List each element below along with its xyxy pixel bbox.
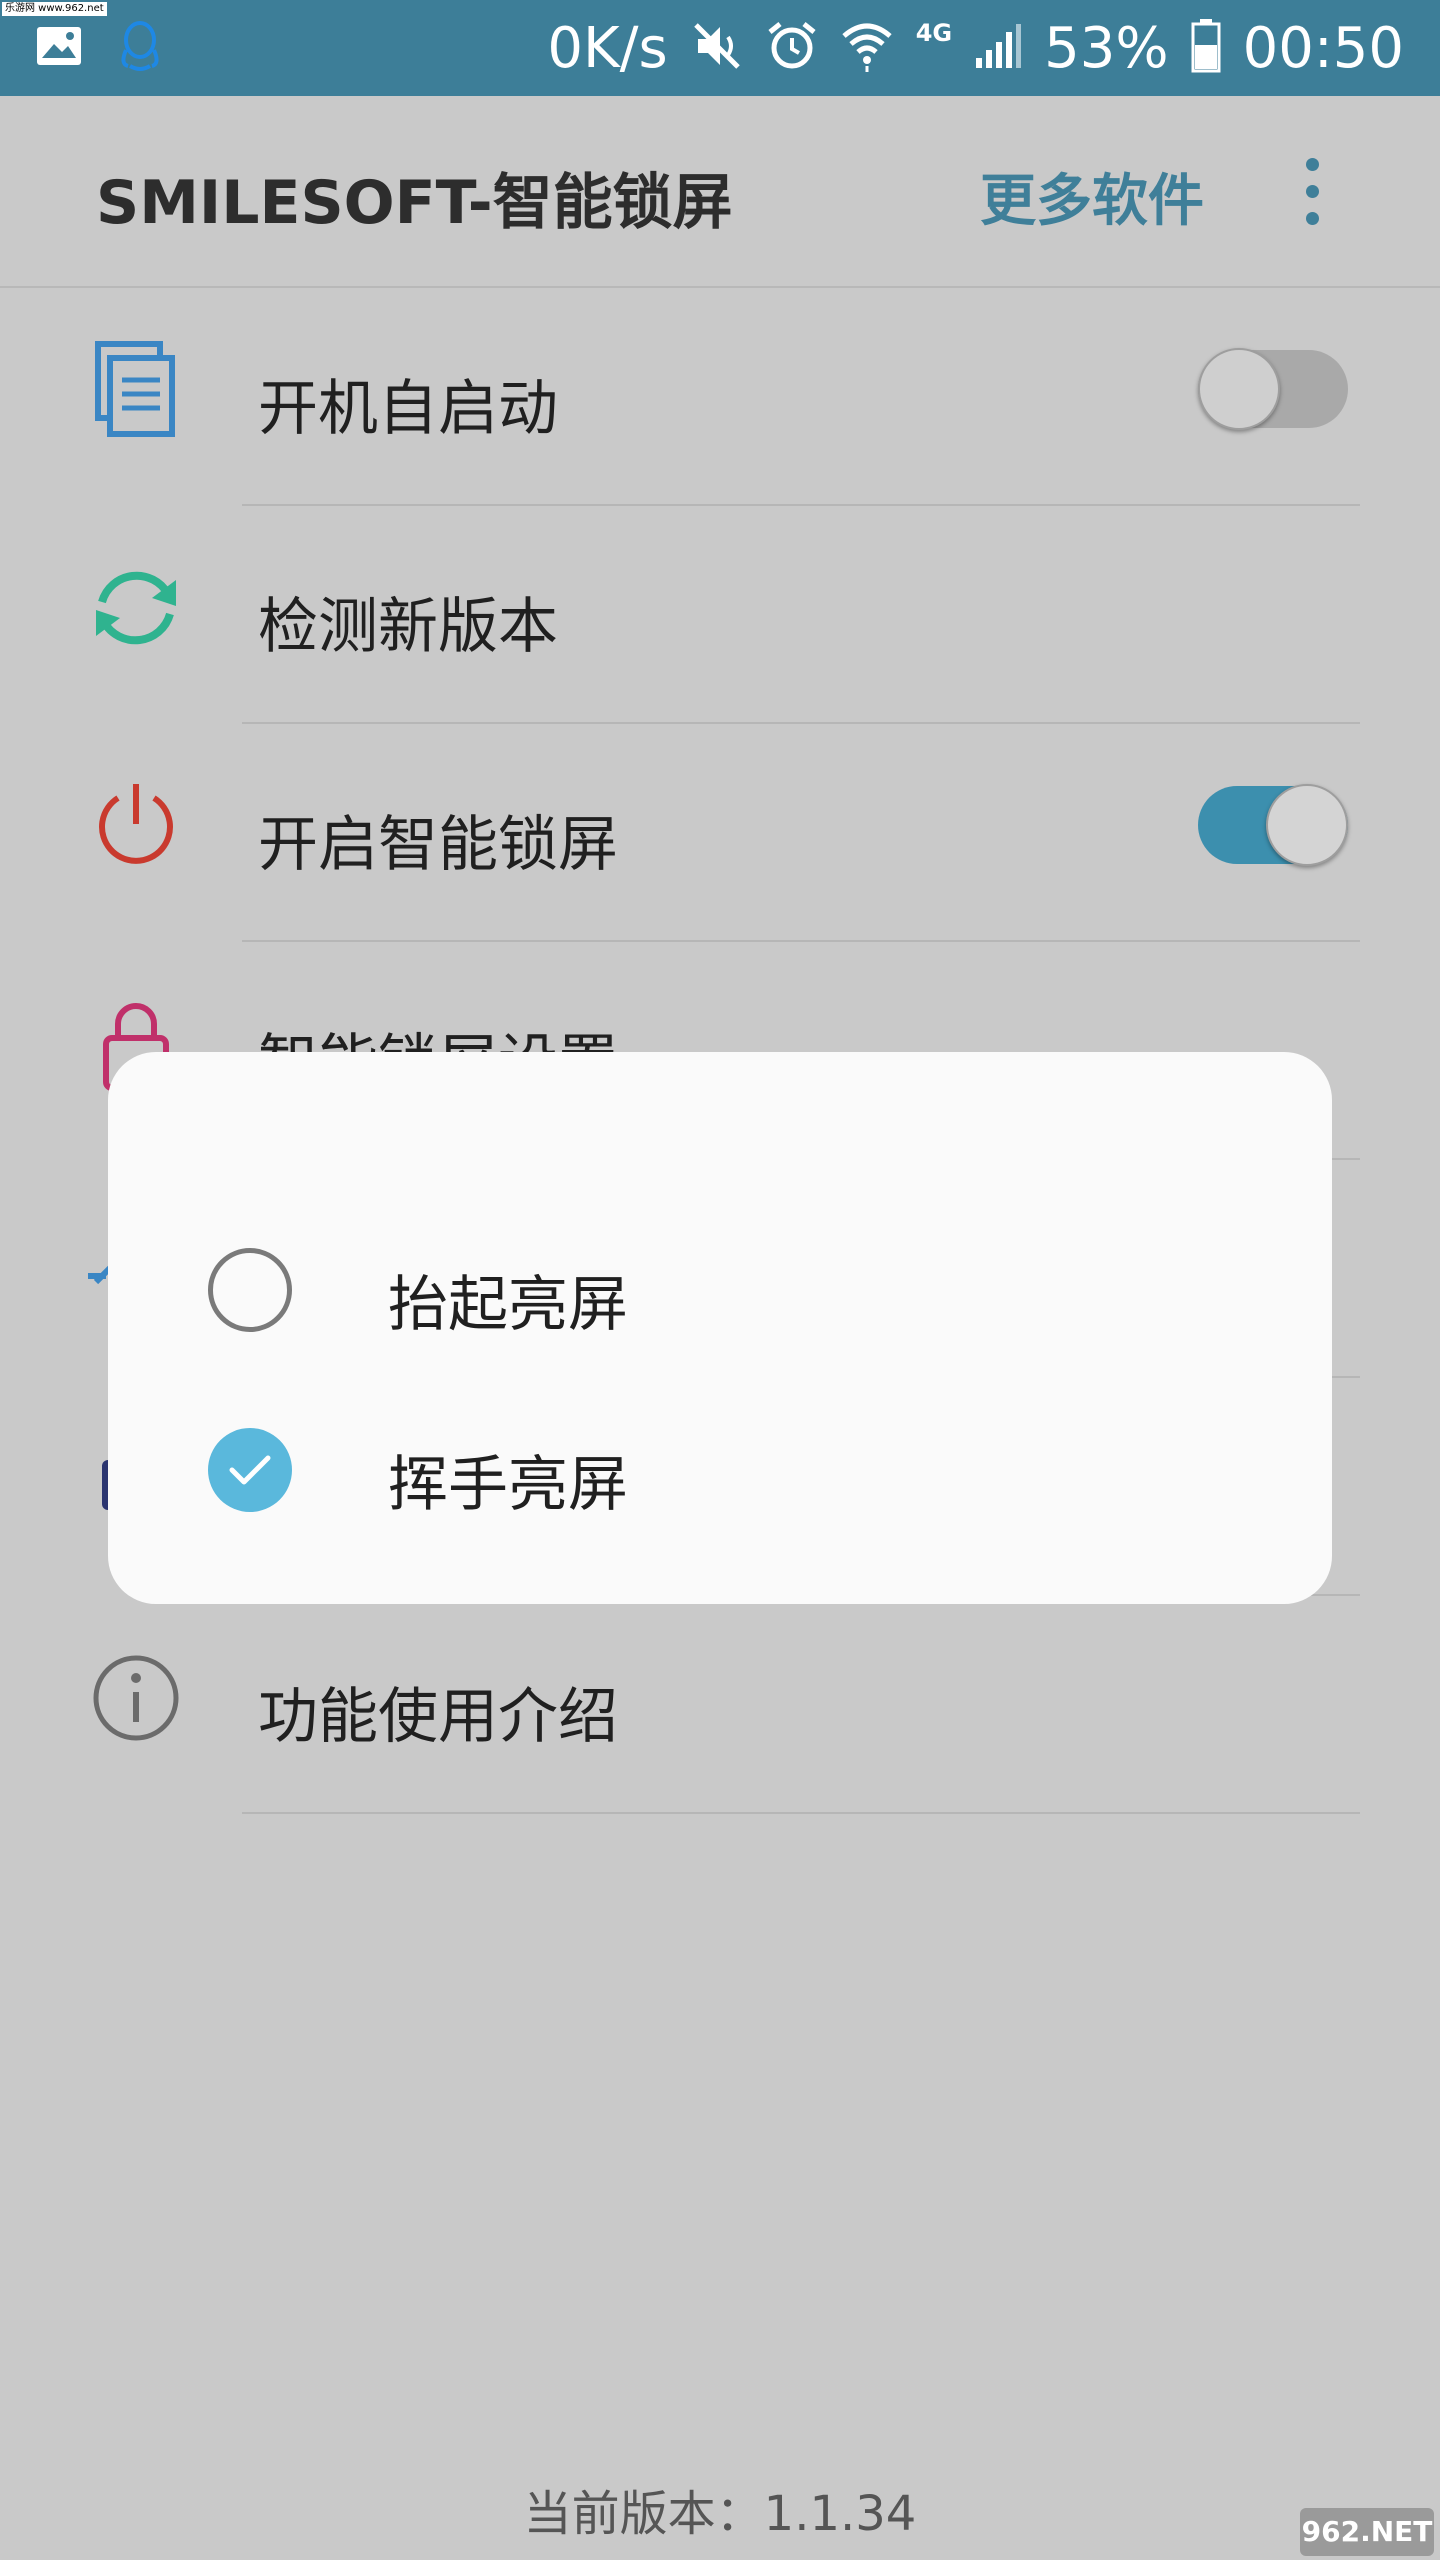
version-text: 当前版本：1.1.34	[523, 2486, 917, 2542]
radio-unchecked-icon[interactable]	[208, 1248, 292, 1332]
status-bar: 0K/s 4G 53% 00:50	[0, 0, 1440, 96]
setting-label: 功能使用介绍	[258, 1682, 618, 1752]
net-speed: 0K/s	[547, 15, 668, 81]
wifi-icon	[840, 20, 894, 76]
network-type: 4G	[915, 19, 953, 47]
setting-row-guide[interactable]: 功能使用介绍	[0, 1596, 1440, 1814]
setting-label: 开启智能锁屏	[258, 810, 618, 880]
status-right: 0K/s 4G 53% 00:50	[547, 0, 1404, 96]
info-icon	[86, 1648, 186, 1748]
overflow-menu-icon[interactable]	[1296, 158, 1328, 228]
autostart-toggle[interactable]	[1198, 348, 1348, 430]
more-software-button[interactable]: 更多软件	[980, 156, 1204, 237]
enable-lock-toggle[interactable]	[1198, 784, 1348, 866]
setting-row-autostart[interactable]: 开机自启动	[0, 288, 1440, 506]
watermark-top: 乐游网 www.962.net	[2, 2, 107, 16]
status-left	[36, 20, 162, 76]
app-bar: SMILESOFT-智能锁屏 更多软件	[0, 96, 1440, 288]
gallery-icon	[36, 26, 82, 70]
divider	[242, 1812, 1360, 1814]
mute-icon	[690, 21, 744, 75]
setting-label: 检测新版本	[258, 592, 558, 662]
clock: 00:50	[1242, 15, 1404, 81]
setting-row-check-update[interactable]: 检测新版本	[0, 506, 1440, 724]
battery-icon	[1191, 19, 1221, 77]
qq-icon	[118, 20, 162, 76]
setting-label: 开机自启动	[258, 374, 558, 444]
refresh-icon	[86, 558, 186, 658]
battery-percent: 53%	[1044, 15, 1169, 81]
watermark-logo: 962.NET	[1300, 2508, 1434, 2556]
document-copy-icon	[86, 340, 186, 440]
setting-row-enable-lock[interactable]: 开启智能锁屏	[0, 724, 1440, 942]
option-lift-to-wake[interactable]: 抬起亮屏	[108, 1210, 1332, 1370]
signal-icon	[974, 22, 1022, 74]
option-wave-to-wake[interactable]: 挥手亮屏	[108, 1390, 1332, 1550]
radio-checked-icon[interactable]	[208, 1428, 292, 1512]
app-title: SMILESOFT-智能锁屏	[96, 168, 733, 238]
alarm-icon	[766, 20, 818, 76]
wake-mode-dialog: 抬起亮屏 挥手亮屏	[108, 1052, 1332, 1604]
power-icon	[86, 776, 186, 876]
option-label: 抬起亮屏	[388, 1270, 628, 1340]
option-label: 挥手亮屏	[388, 1450, 628, 1520]
